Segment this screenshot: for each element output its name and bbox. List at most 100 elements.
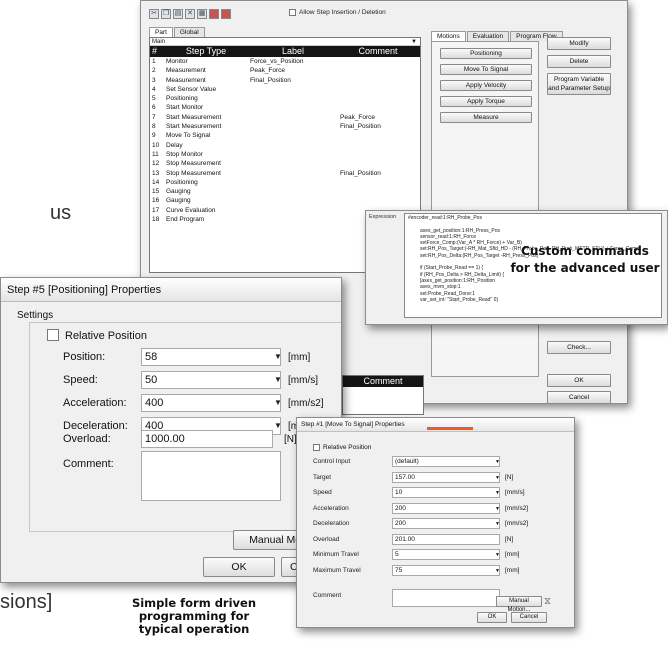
position-input[interactable]: 58	[141, 348, 281, 366]
flag-icon[interactable]	[209, 9, 219, 19]
copy-icon[interactable]: ❐	[161, 9, 171, 19]
overload-label: Overload:	[63, 433, 111, 445]
table-row[interactable]: 14 Positioning	[150, 178, 420, 187]
overload-input[interactable]: 1000.00	[141, 430, 273, 448]
table-row[interactable]: 16 Gauging	[150, 196, 420, 205]
positioning-button[interactable]: Positioning	[440, 48, 532, 59]
tab-evaluation[interactable]: Evaluation	[466, 31, 510, 41]
speed-input[interactable]: 50	[141, 371, 281, 389]
tab-part[interactable]: Part	[149, 27, 173, 37]
chevron-down-icon[interactable]: ▼	[495, 568, 500, 574]
allow-insertion-label: Allow Step Insertion / Deletion	[299, 9, 386, 17]
field-input[interactable]: 75	[392, 564, 500, 576]
cell-comment: Final_Position	[340, 123, 381, 131]
chevron-down-icon[interactable]: ▼	[495, 490, 500, 496]
dropdown-arrow-icon[interactable]: ▼	[411, 38, 417, 46]
table-row[interactable]: 1 Monitor Force_vs_Position	[150, 57, 420, 66]
table-row[interactable]: 3 Measurement Final_Position	[150, 76, 420, 85]
column-header-step-type[interactable]: Step Type	[162, 46, 250, 57]
chevron-down-icon[interactable]: ▼	[274, 352, 282, 361]
relative-position-checkbox[interactable]: Relative Position	[313, 444, 371, 451]
allow-insertion-checkbox[interactable]: Allow Step Insertion / Deletion	[289, 9, 386, 16]
comment-field[interactable]	[392, 589, 500, 607]
chevron-down-icon[interactable]: ▼	[274, 375, 282, 384]
table-row[interactable]: 7 Start Measurement Peak_Force	[150, 113, 420, 122]
delete-icon[interactable]: ✕	[185, 9, 195, 19]
field-input[interactable]: 10	[392, 487, 500, 498]
ok-button[interactable]: OK	[477, 612, 507, 623]
cell-comment	[336, 131, 420, 140]
table-row[interactable]: 9 Move To Signal	[150, 131, 420, 140]
callout-line: Custom commands	[521, 244, 649, 258]
cell-type: Set Sensor Value	[166, 85, 217, 93]
table-row[interactable]: 4 Set Sensor Value	[150, 85, 420, 94]
field-input[interactable]: (default)	[392, 456, 500, 467]
field-input[interactable]: 200	[392, 518, 500, 529]
manual-motion-button[interactable]: Manual Motion...	[496, 596, 542, 613]
table-row[interactable]: 10 Delay	[150, 141, 420, 150]
acceleration-label: Acceleration:	[63, 397, 127, 409]
field-input[interactable]: 157.00	[392, 471, 500, 483]
modify-button[interactable]: Modify	[547, 37, 611, 50]
column-header-comment[interactable]: Comment	[336, 46, 420, 57]
cancel-button[interactable]: Cancel	[511, 612, 547, 623]
table-row[interactable]: 13 Stop Measurement Final_Position	[150, 169, 420, 178]
checkbox[interactable]	[47, 329, 59, 341]
table-row[interactable]: 8 Start Measurement Final_Position	[150, 122, 420, 131]
grid-header: # Step Type Label Comment	[150, 46, 420, 57]
cell-num: 12	[152, 160, 160, 168]
chevron-down-icon[interactable]: ▼	[274, 398, 282, 407]
ok-button[interactable]: OK	[203, 557, 275, 577]
measure-button[interactable]: Measure	[440, 112, 532, 123]
program-variable-setup-button[interactable]: Program Variable and Parameter Setup	[547, 73, 611, 95]
chevron-down-icon[interactable]: ▼	[495, 521, 500, 527]
cell-num: 5	[152, 95, 156, 103]
cut-icon[interactable]: ✂	[149, 9, 159, 19]
checkbox[interactable]	[313, 444, 320, 451]
check-button[interactable]: Check...	[547, 341, 611, 354]
apply-velocity-button[interactable]: Apply Velocity	[440, 80, 532, 91]
table-row[interactable]: 5 Positioning	[150, 94, 420, 103]
cell-type: Move To Signal	[166, 132, 211, 140]
cell-type: End Program	[166, 216, 205, 224]
cell-label	[250, 187, 336, 196]
delete-button[interactable]: Delete	[547, 55, 611, 68]
acceleration-input[interactable]: 400	[141, 394, 281, 412]
tab-motions[interactable]: Motions	[431, 31, 466, 41]
field-input[interactable]: 201.00	[392, 533, 500, 545]
apply-torque-button[interactable]: Apply Torque	[440, 96, 532, 107]
filter-icon[interactable]: ⧖	[544, 596, 551, 607]
field-input[interactable]: 5	[392, 549, 500, 560]
table-row[interactable]: 11 Stop Monitor	[150, 150, 420, 159]
tab-global[interactable]: Global	[173, 27, 205, 37]
relative-position-checkbox[interactable]: Relative Position	[47, 329, 147, 342]
cell-num: 18	[152, 216, 160, 224]
chevron-down-icon[interactable]: ▼	[495, 506, 500, 512]
table-row[interactable]: 6 Start Monitor	[150, 103, 420, 112]
field-label: Acceleration	[313, 504, 349, 512]
table-row[interactable]: 12 Stop Measurement	[150, 159, 420, 168]
chevron-down-icon[interactable]: ▼	[274, 421, 282, 430]
caption: Simple form driven programming for typic…	[114, 597, 274, 636]
move-to-signal-button[interactable]: Move To Signal	[440, 64, 532, 75]
column-header-label[interactable]: Label	[250, 46, 336, 57]
checkbox[interactable]	[289, 9, 296, 16]
ok-button[interactable]: OK	[547, 374, 611, 387]
cell-type: Start Measurement	[166, 113, 222, 121]
cell-comment: Peak_Force	[340, 113, 376, 121]
column-header-num[interactable]: #	[150, 46, 162, 57]
table-row[interactable]: 2 Measurement Peak_Force	[150, 66, 420, 75]
chevron-down-icon[interactable]: ▼	[495, 475, 500, 481]
cancel-button[interactable]: Cancel	[547, 391, 611, 404]
paste-icon[interactable]: ▤	[173, 9, 183, 19]
field-input[interactable]: 200	[392, 502, 500, 514]
grid-icon[interactable]: ▦	[197, 9, 207, 19]
chevron-down-icon[interactable]: ▼	[495, 552, 500, 558]
comment-field[interactable]	[141, 451, 281, 501]
flag-icon[interactable]	[221, 9, 231, 19]
table-row[interactable]: 15 Gauging	[150, 187, 420, 196]
column-header-comment-lower[interactable]: Comment	[343, 376, 423, 387]
callout-line: for the advanced user	[510, 261, 660, 275]
chevron-down-icon[interactable]: ▼	[495, 459, 500, 465]
cell-num: 7	[152, 113, 156, 121]
